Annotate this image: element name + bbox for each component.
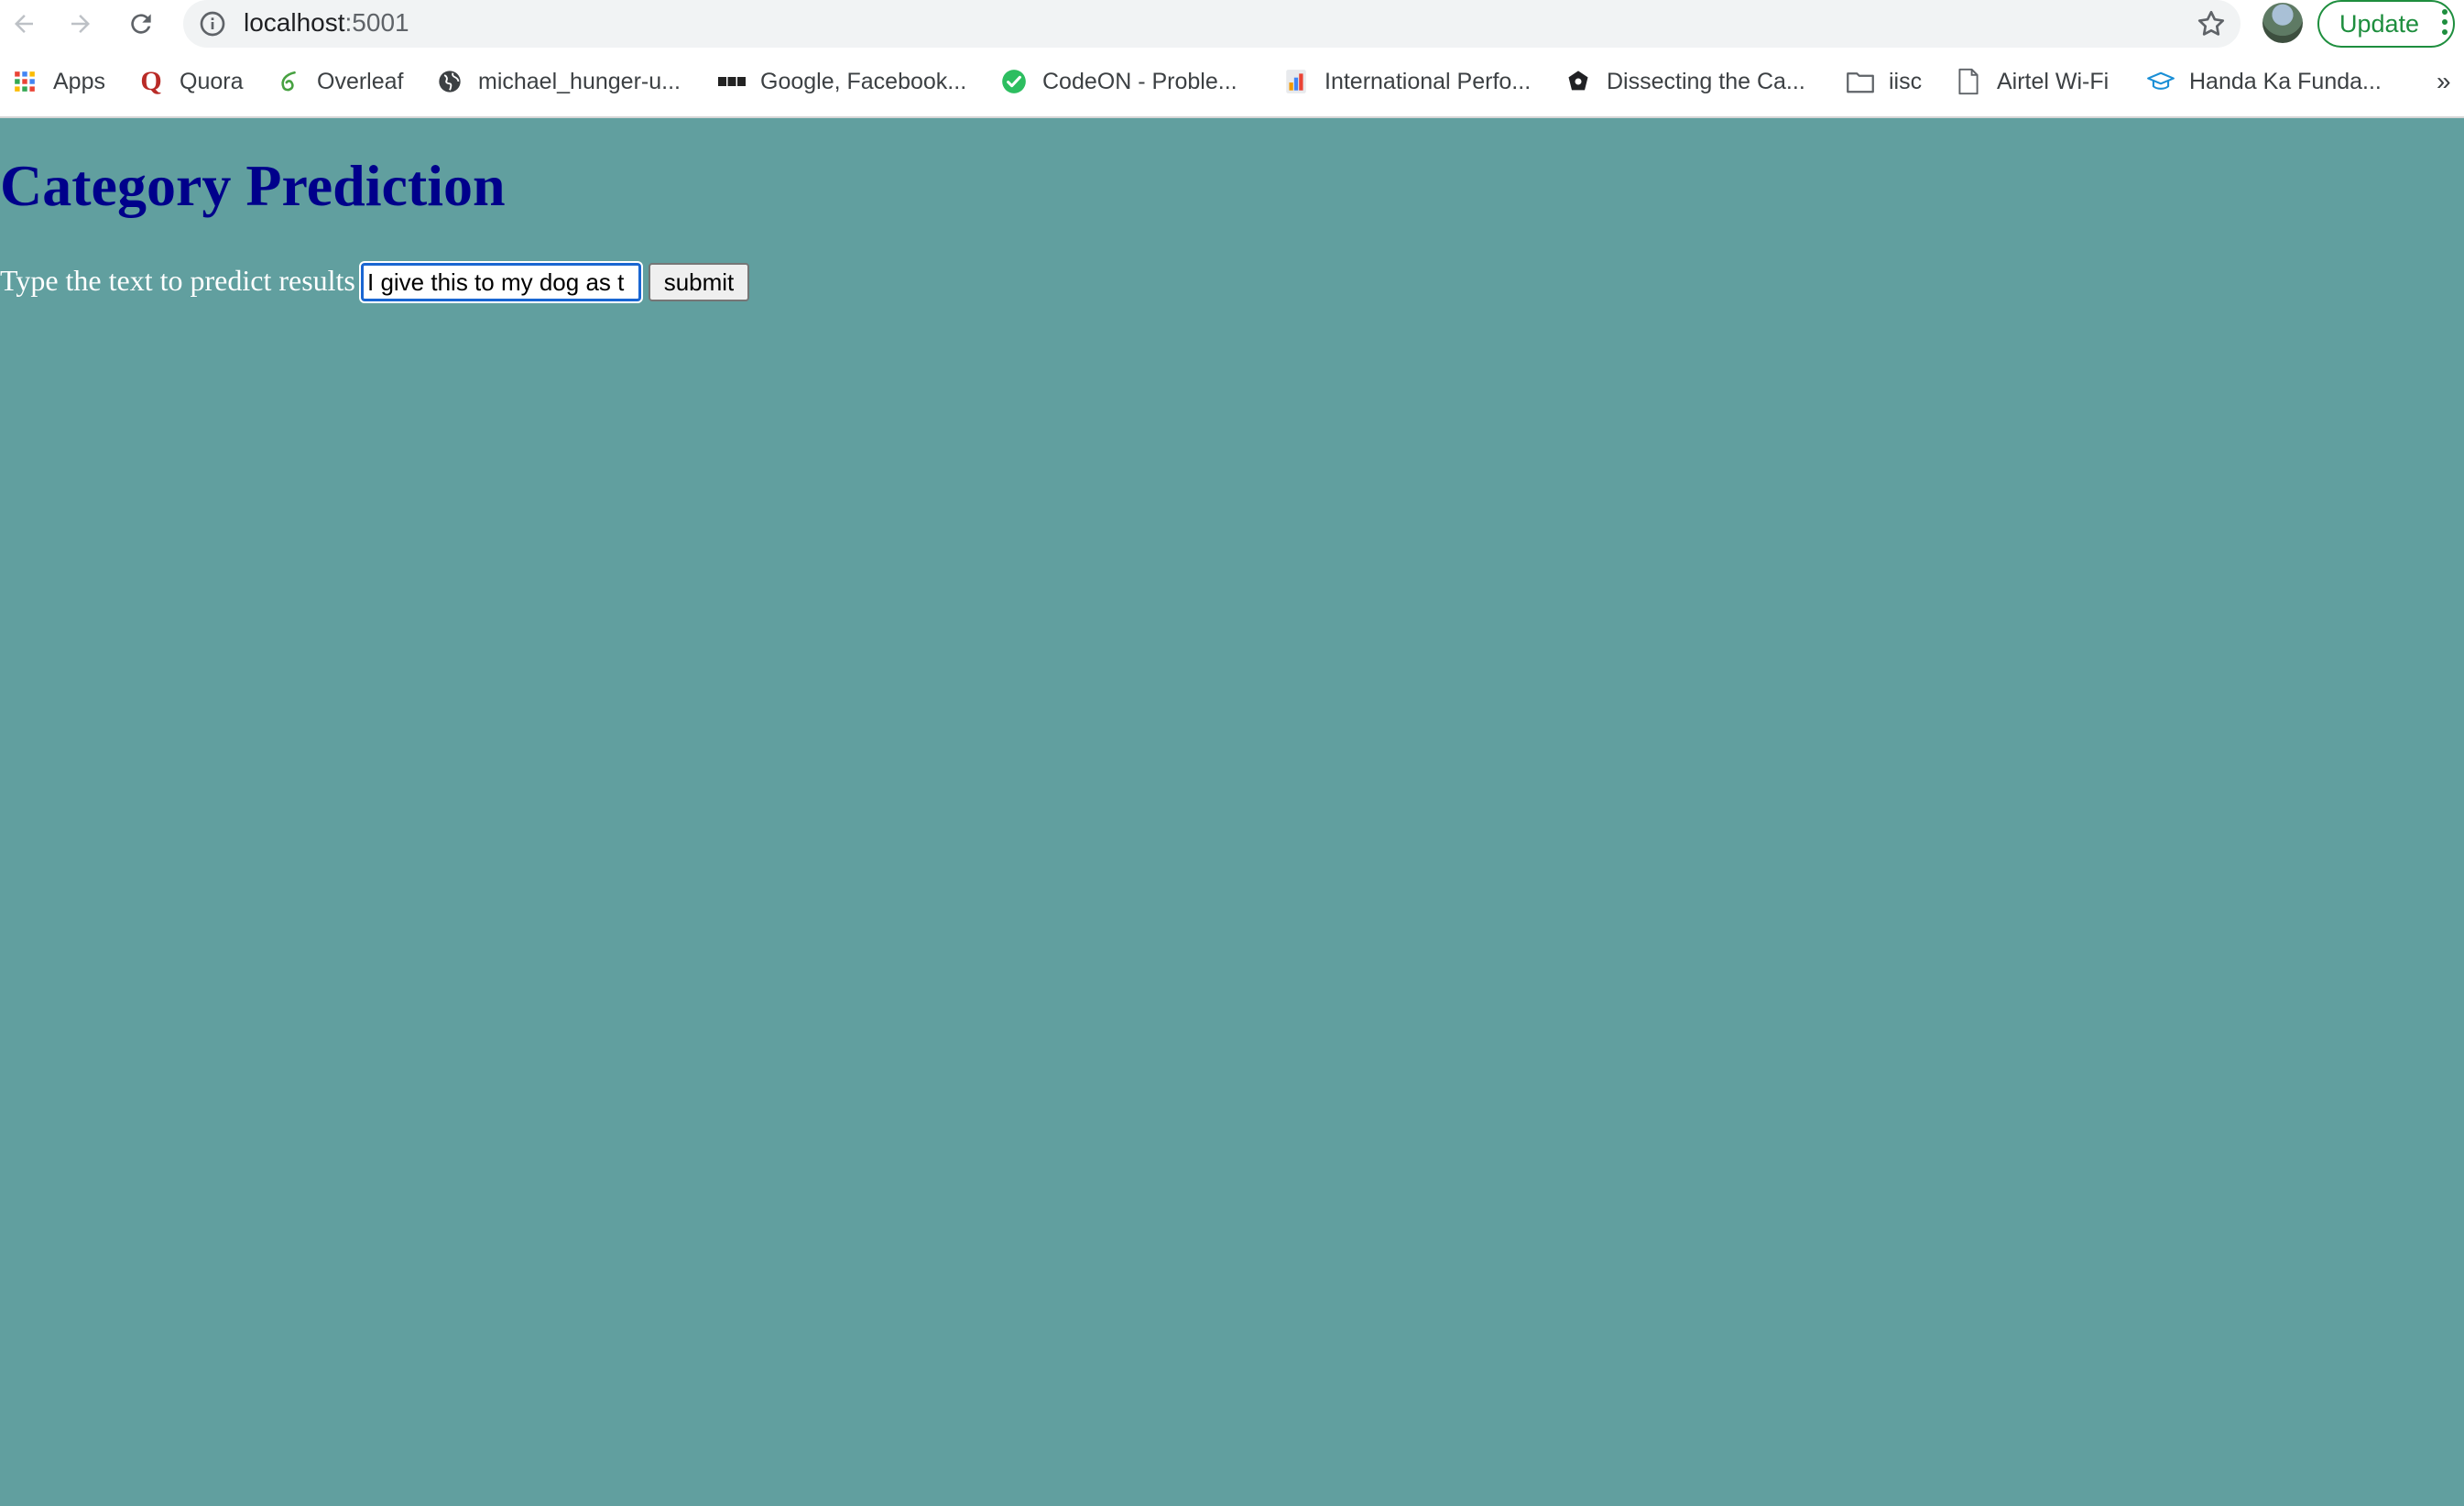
bookmark-google-facebook[interactable]: Google, Facebook... — [718, 60, 966, 103]
info-icon[interactable] — [198, 9, 227, 38]
graduation-cap-icon — [2147, 68, 2175, 95]
arrow-right-icon — [71, 15, 90, 33]
profile-avatar[interactable] — [2262, 3, 2303, 43]
bookmarks-bar: Apps Q Quora Overleaf michael_hunger-u..… — [0, 60, 2464, 103]
bookmarks-overflow-button[interactable]: » — [2437, 60, 2451, 103]
overleaf-icon — [275, 68, 302, 95]
bookmark-label: Quora — [180, 68, 244, 94]
bookmark-label: CodeON - Proble... — [1042, 68, 1237, 94]
bookmark-quora[interactable]: Q Quora — [137, 60, 243, 103]
bbc-icon — [718, 68, 746, 95]
submit-button[interactable]: submit — [649, 263, 749, 301]
dark-logo-icon — [1565, 68, 1592, 95]
bookmark-label: Airtel Wi-Fi — [1997, 68, 2110, 94]
check-circle-icon — [1000, 68, 1028, 95]
forward-button[interactable] — [60, 4, 101, 44]
bookmark-airtel-wifi[interactable]: Airtel Wi-Fi — [1955, 60, 2109, 103]
browser-chrome: localhost:5001 Update Apps Q Quora Overl… — [0, 0, 2464, 118]
bookmark-overleaf[interactable]: Overleaf — [275, 60, 403, 103]
quora-icon: Q — [140, 66, 162, 96]
bookmark-label: International Perfo... — [1325, 68, 1532, 94]
bookmark-dissecting[interactable]: Dissecting the Ca... — [1565, 60, 1805, 103]
bookmark-michael-hunger[interactable]: michael_hunger-u... — [436, 60, 681, 103]
bookmark-codeon[interactable]: CodeON - Proble... — [1000, 60, 1237, 103]
prompt-label: Type the text to predict results — [0, 264, 355, 297]
reload-button[interactable] — [121, 4, 161, 44]
browser-toolbar: localhost:5001 Update — [0, 0, 2464, 48]
bookmark-label: Google, Facebook... — [760, 68, 967, 94]
url-port: :5001 — [344, 8, 409, 37]
bookmark-label: Dissecting the Ca... — [1607, 68, 1805, 94]
update-button[interactable]: Update — [2317, 0, 2455, 48]
document-chart-icon — [1282, 68, 1310, 95]
prediction-text-input[interactable] — [359, 261, 643, 303]
address-bar[interactable]: localhost:5001 — [183, 0, 2240, 48]
kebab-menu-icon[interactable] — [2440, 9, 2449, 40]
bookmark-star-icon[interactable] — [2195, 7, 2228, 40]
globe-icon — [436, 68, 463, 95]
url-text[interactable]: localhost:5001 — [244, 8, 409, 38]
bookmark-label: iisc — [1889, 68, 1923, 94]
url-host: localhost — [244, 8, 345, 37]
folder-icon — [1847, 68, 1874, 95]
bookmark-international-perfo[interactable]: International Perfo... — [1282, 60, 1531, 103]
arrow-left-icon — [15, 15, 33, 33]
bookmark-label: Handa Ka Funda... — [2189, 68, 2382, 94]
bookmark-label: Overleaf — [317, 68, 404, 94]
bookmark-iisc[interactable]: iisc — [1847, 60, 1922, 103]
page-title: Category Prediction — [0, 153, 506, 218]
reload-icon — [131, 14, 151, 34]
apps-grid-icon — [11, 68, 38, 95]
bookmark-handa-ka-funda[interactable]: Handa Ka Funda... — [2147, 60, 2382, 103]
back-button[interactable] — [4, 4, 44, 44]
bookmark-label: michael_hunger-u... — [478, 68, 681, 94]
bookmark-apps[interactable]: Apps — [11, 60, 105, 103]
page-icon — [1955, 68, 1982, 95]
bookmark-label: Apps — [53, 68, 105, 94]
